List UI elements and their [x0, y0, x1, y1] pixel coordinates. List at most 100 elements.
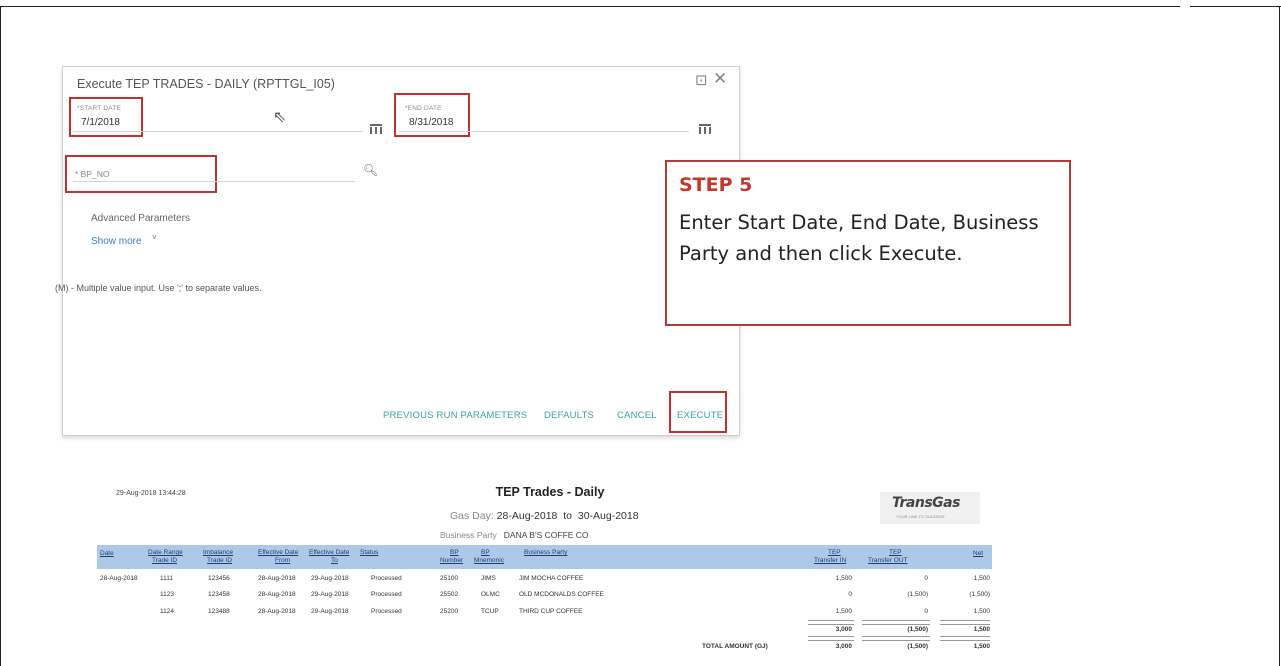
row1-status: Processed [371, 575, 402, 582]
row1-out: 0 [924, 575, 928, 582]
subtotal-rule-in [808, 620, 854, 625]
start-date-input[interactable]: 7/1/2018 [81, 117, 120, 128]
total-rule-net [940, 636, 990, 641]
transgas-logo: TransGas YOUR LINK TO SUCCESS [880, 492, 980, 524]
row2-from: 28-Aug-2018 [258, 591, 296, 598]
chevron-down-icon[interactable]: ˅ [152, 233, 157, 242]
col-bp-mnemonic-2: Mnemonic [474, 557, 504, 564]
row3-bp-mnemonic: TCUP [481, 608, 499, 615]
bp-no-underline [73, 181, 355, 182]
search-icon[interactable]: 🔍︎ [363, 163, 378, 177]
execute-button[interactable]: EXECUTE [677, 410, 723, 421]
row3-from: 28-Aug-2018 [258, 608, 296, 615]
previous-run-parameters-button[interactable]: PREVIOUS RUN PARAMETERS [383, 410, 527, 421]
col-tep-out-1: TEP [889, 549, 902, 556]
row3-to: 29-Aug-2018 [311, 608, 349, 615]
subtotal-net: 1,500 [973, 626, 990, 633]
col-tep-in-2: Transfer IN [814, 557, 847, 564]
multiple-value-note: (M) - Multiple value input. Use ';' to s… [55, 283, 262, 293]
dialog-title: Execute TEP TRADES - DAILY (RPTTGL_I05) [77, 77, 335, 91]
cancel-button[interactable]: CANCEL [617, 410, 657, 421]
col-tep-out-2: Transfer OUT [868, 557, 908, 564]
business-party-line: Business Party DANA B'S COFFE CO [440, 530, 589, 540]
row1-bp-number: 25100 [440, 575, 459, 582]
maximize-icon[interactable]: ⊡ [695, 71, 708, 89]
total-label: TOTAL AMOUNT (GJ) [702, 643, 768, 650]
frame-left-border [0, 6, 1, 666]
row2-bp-mnemonic: OLMC [481, 591, 500, 598]
advanced-parameters-label: Advanced Parameters [91, 213, 190, 224]
row3-net: 1,500 [973, 608, 990, 615]
step-callout: STEP 5 Enter Start Date, End Date, Busin… [665, 160, 1071, 326]
row2-out: (1,500) [907, 591, 928, 598]
row1-range-id: 1111 [160, 575, 174, 582]
row1-to: 29-Aug-2018 [311, 575, 349, 582]
start-date-underline [73, 131, 363, 132]
col-date: Date [100, 550, 114, 557]
business-party-value: DANA B'S COFFE CO [503, 530, 589, 540]
total-net: 1,500 [973, 643, 990, 650]
row2-bp-number: 25502 [440, 591, 459, 598]
row3-range-id: 1124 [160, 608, 174, 615]
row3-imb-id: 123488 [208, 608, 230, 615]
gas-day-label: Gas Day: [450, 510, 494, 522]
row2-status: Processed [371, 591, 402, 598]
col-eff-from-2: From [275, 557, 291, 564]
total-in: 3,000 [835, 643, 852, 650]
start-date-calendar-icon[interactable] [370, 124, 382, 134]
col-status: Status [360, 549, 379, 556]
row3-in: 1,500 [835, 608, 852, 615]
frame-top-border-right [1190, 6, 1281, 7]
col-bp-number-1: BP [450, 549, 459, 556]
row2-imb-id: 123458 [208, 591, 230, 598]
subtotal-out: (1,500) [907, 626, 928, 633]
col-imbalance-2: Trade ID [207, 557, 233, 564]
gas-day-line: Gas Day: 28-Aug-2018 to 30-Aug-2018 [450, 510, 639, 522]
col-imbalance-1: Imbalance [203, 549, 233, 556]
subtotal-rule-out [862, 620, 930, 625]
col-business-party: Business Party [524, 549, 568, 556]
row3-status: Processed [371, 608, 402, 615]
row2-business-party: OLD MCDONALDS COFFEE [519, 591, 604, 598]
row1-date: 28-Aug-2018 [100, 575, 138, 582]
report-timestamp: 29-Aug-2018 13:44:28 [116, 490, 186, 497]
total-out: (1,500) [907, 643, 928, 650]
defaults-button[interactable]: DEFAULTS [544, 410, 594, 421]
report-title: TEP Trades - Daily [495, 485, 605, 499]
end-date-input[interactable]: 8/31/2018 [409, 117, 454, 128]
gas-day-from: 28-Aug-2018 [496, 510, 558, 522]
row3-business-party: THIRD CUP COFFEE [519, 608, 583, 615]
col-date-range-2: Trade ID [152, 557, 178, 564]
step-instructions: Enter Start Date, End Date, Business Par… [679, 211, 1039, 265]
end-date-underline [399, 131, 689, 132]
col-eff-to-2: To [331, 557, 338, 564]
frame-top-border [0, 6, 1180, 7]
row2-range-id: 1123 [160, 591, 174, 598]
row3-out: 0 [924, 608, 928, 615]
row3-bp-number: 25200 [440, 608, 459, 615]
logo-wordmark: TransGas [892, 495, 960, 511]
col-tep-in-1: TEP [828, 549, 841, 556]
col-bp-number-2: Number [440, 557, 464, 564]
step-title: STEP 5 [679, 174, 753, 196]
row2-net: (1,500) [969, 591, 990, 598]
row1-business-party: JIM MOCHA COFFEE [519, 575, 584, 582]
subtotal-rule-net [940, 620, 990, 625]
gas-day-to-word: to [563, 510, 573, 522]
total-rule-out [862, 636, 930, 641]
end-date-calendar-icon[interactable] [699, 124, 711, 134]
bp-no-input[interactable]: * BP_NO [75, 169, 110, 179]
subtotal-in: 3,000 [835, 626, 852, 633]
col-date-range-1: Date Range [148, 549, 183, 556]
row1-net: 1,500 [973, 575, 990, 582]
row1-in: 1,500 [835, 575, 852, 582]
col-eff-to-1: Effective Date [309, 549, 350, 556]
row2-to: 29-Aug-2018 [311, 591, 349, 598]
close-icon[interactable]: ✕ [713, 69, 727, 89]
col-net: Net [973, 550, 984, 557]
mouse-cursor-icon: ⇖ [273, 109, 287, 126]
end-date-label: *END DATE [405, 105, 442, 112]
show-more-link[interactable]: Show more [91, 236, 142, 247]
start-date-label: *START DATE [77, 105, 121, 112]
logo-tagline: YOUR LINK TO SUCCESS [896, 514, 945, 519]
